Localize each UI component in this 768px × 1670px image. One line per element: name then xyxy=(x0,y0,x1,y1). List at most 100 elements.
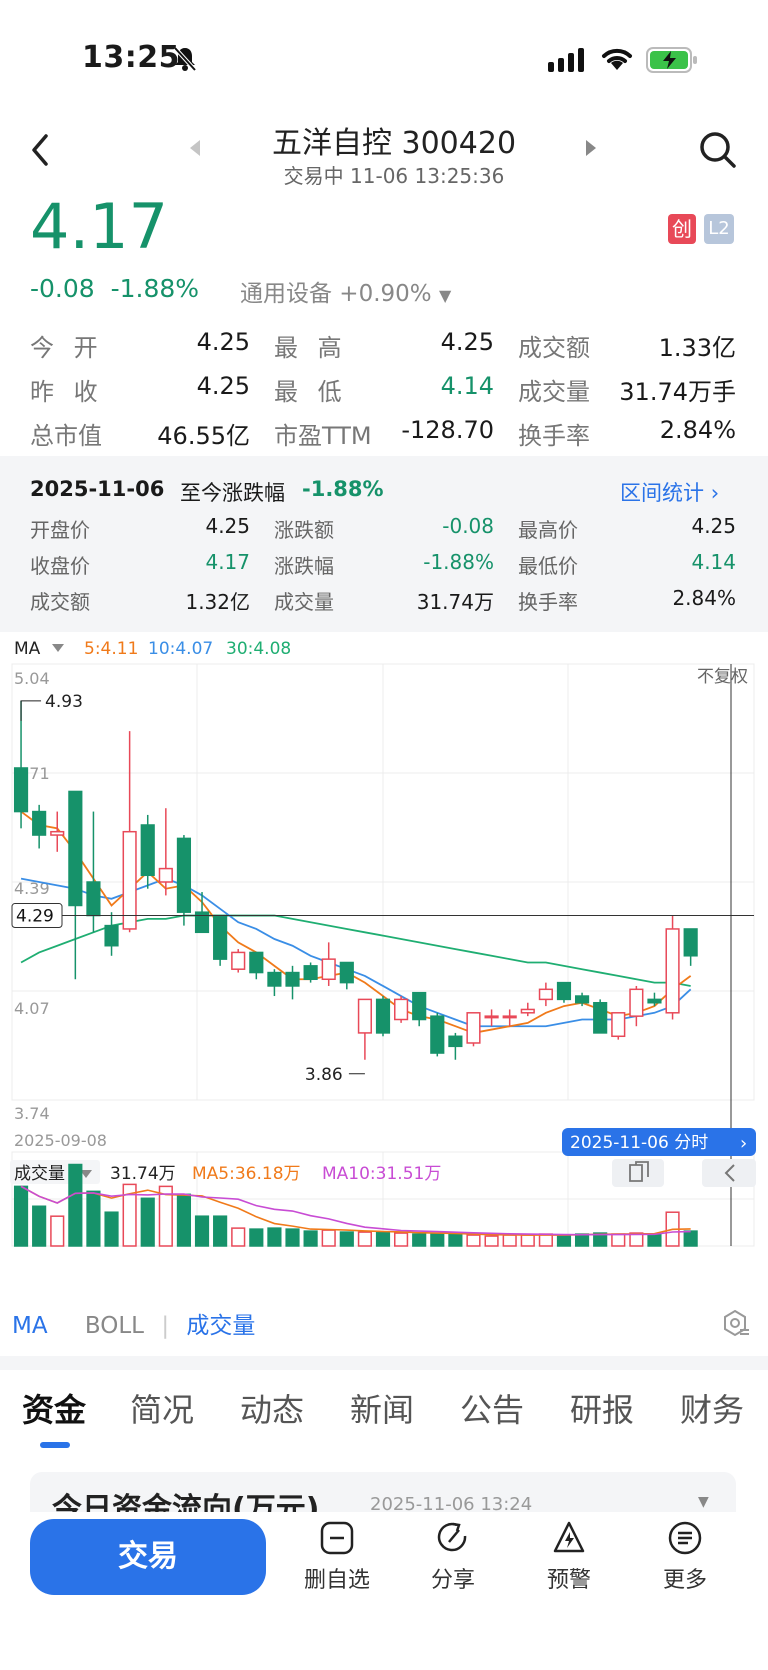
stat-label: 市盈TTM xyxy=(274,422,372,450)
volume-bar xyxy=(321,1229,336,1247)
hist-label: 涨跌额 xyxy=(274,518,334,542)
section-divider xyxy=(0,1356,768,1370)
candle-body xyxy=(213,914,228,960)
change-percent: -1.88% xyxy=(110,274,200,303)
hist-label: 最高价 xyxy=(518,518,578,542)
volume-bar xyxy=(466,1234,481,1247)
kline-chart[interactable]: MA 5:4.11 10:4.07 30:4.08 不复权 5.04 4.71 … xyxy=(0,632,768,1292)
more-button[interactable]: 更多 xyxy=(640,1520,730,1594)
candle-body xyxy=(665,928,680,1014)
stat-value: 1.33亿 xyxy=(658,334,736,362)
candle-body xyxy=(339,961,354,984)
alert-label: 预警 xyxy=(546,1568,591,1593)
search-icon[interactable] xyxy=(698,130,738,170)
history-row: 开盘价 4.25 涨跌额 -0.08 最高价 4.25 xyxy=(30,514,736,550)
adjust-toggle[interactable]: 不复权 xyxy=(697,667,748,687)
stat-value: 4.25 xyxy=(440,328,494,356)
caret-down-icon: ▼ xyxy=(438,286,452,305)
volume-selector[interactable]: 成交量 xyxy=(14,1164,65,1184)
crosshair-price: 4.29 xyxy=(16,907,54,927)
tab-finance[interactable]: 财务 xyxy=(680,1385,744,1431)
fund-flow-time: 2025-11-06 13:24 xyxy=(370,1494,533,1512)
tab-announcements[interactable]: 公告 xyxy=(460,1385,524,1431)
volume-ma-lines xyxy=(20,1185,691,1236)
stats-row: 昨 收 4.25 最 低 4.14 成交量 31.74万手 xyxy=(30,372,736,416)
y-tick: 3.74 xyxy=(14,1104,50,1123)
alert-button[interactable]: 预警 xyxy=(524,1520,614,1594)
ma30-value: 30:4.08 xyxy=(226,639,291,659)
volume-ma10: MA10:31.51万 xyxy=(322,1164,441,1184)
candle-body xyxy=(86,881,101,917)
stat-label: 成交额 xyxy=(518,334,590,362)
ma-selector[interactable]: MA xyxy=(14,639,41,659)
hist-value: -1.88% xyxy=(423,550,494,574)
candle-body xyxy=(502,1015,517,1019)
volume-bar xyxy=(647,1233,662,1247)
tab-profile[interactable]: 简况 xyxy=(130,1385,194,1431)
start-date: 2025-09-08 xyxy=(14,1131,107,1150)
volume-bar xyxy=(176,1193,192,1247)
trading-status: 交易中 11-06 13:25:36 xyxy=(283,164,505,188)
tab-research[interactable]: 研报 xyxy=(570,1385,634,1431)
candle-body xyxy=(593,1001,608,1034)
more-menu-icon xyxy=(668,1521,702,1555)
interval-date: 2025-11-06 xyxy=(30,477,165,501)
hist-value: 2.84% xyxy=(672,586,736,610)
stats-row: 总市值 46.55亿 市盈TTM -128.70 换手率 2.84% xyxy=(30,416,736,460)
caret-down-icon: ▼ xyxy=(698,1494,709,1510)
chevron-right-icon: › xyxy=(740,1133,747,1154)
candle-body xyxy=(249,951,264,974)
volume-bar xyxy=(140,1197,155,1247)
wifi-icon xyxy=(602,48,632,70)
candle-body xyxy=(32,810,47,836)
remove-watchlist-button[interactable]: 删自选 xyxy=(292,1520,382,1594)
candle-body xyxy=(176,837,192,913)
interval-stats-link[interactable]: 区间统计 › xyxy=(620,477,719,507)
y-tick: 4.07 xyxy=(14,999,50,1018)
volume-bar xyxy=(394,1232,409,1247)
share-icon xyxy=(437,1522,467,1552)
hist-value: 31.74万 xyxy=(416,590,494,614)
volume-bar xyxy=(285,1228,300,1247)
indicator-boll[interactable]: BOLL xyxy=(85,1313,144,1339)
cross-date-text: 2025-11-06 分时 xyxy=(570,1133,708,1153)
stock-title: 五洋自控 300420 xyxy=(271,126,517,161)
remove-watchlist-label: 删自选 xyxy=(303,1568,370,1593)
next-stock-arrow[interactable] xyxy=(586,140,596,156)
tab-news[interactable]: 新闻 xyxy=(350,1385,414,1431)
trade-button[interactable]: 交易 xyxy=(30,1519,266,1595)
candle-body xyxy=(556,981,572,1001)
l2-badge[interactable]: L2 xyxy=(704,214,734,244)
hist-label: 最低价 xyxy=(518,554,578,578)
volume-bar xyxy=(339,1231,354,1247)
chinext-badge: 创 xyxy=(668,214,696,244)
fund-flow-card[interactable]: 今日资金流向(万元) 2025-11-06 13:24 ▼ xyxy=(30,1472,736,1512)
volume-bar xyxy=(50,1215,65,1247)
collapse-button[interactable] xyxy=(702,1159,756,1187)
candle-body xyxy=(394,998,409,1021)
ma30-line xyxy=(20,914,691,987)
sector-link[interactable]: 通用设备 +0.90% ▼ xyxy=(240,274,451,308)
share-label: 分享 xyxy=(430,1568,475,1593)
candles xyxy=(13,700,698,1060)
history-row: 收盘价 4.17 涨跌幅 -1.88% 最低价 4.14 xyxy=(30,550,736,586)
more-label: 更多 xyxy=(662,1568,707,1593)
candle-body xyxy=(574,995,590,1004)
stat-value: 2.84% xyxy=(659,416,736,444)
stat-label: 换手率 xyxy=(518,422,590,450)
indicator-volume[interactable]: 成交量 xyxy=(186,1313,255,1339)
share-button[interactable]: 分享 xyxy=(408,1520,498,1594)
cellular-signal-icon xyxy=(548,48,584,72)
candle-body xyxy=(448,1035,463,1048)
stat-value: 4.25 xyxy=(196,372,250,400)
section-tabs: 资金 简况 动态 新闻 公告 研报 财务 xyxy=(0,1385,768,1445)
rotate-button[interactable] xyxy=(612,1159,664,1187)
hist-label: 涨跌幅 xyxy=(274,554,334,578)
candle-body xyxy=(303,965,318,981)
chart-settings-icon[interactable] xyxy=(720,1308,750,1338)
tab-capital[interactable]: 资金 xyxy=(22,1385,86,1431)
candle-body xyxy=(430,1015,445,1054)
indicator-ma[interactable]: MA xyxy=(12,1313,48,1339)
tab-updates[interactable]: 动态 xyxy=(240,1385,304,1431)
stat-label: 最 高 xyxy=(274,334,348,362)
